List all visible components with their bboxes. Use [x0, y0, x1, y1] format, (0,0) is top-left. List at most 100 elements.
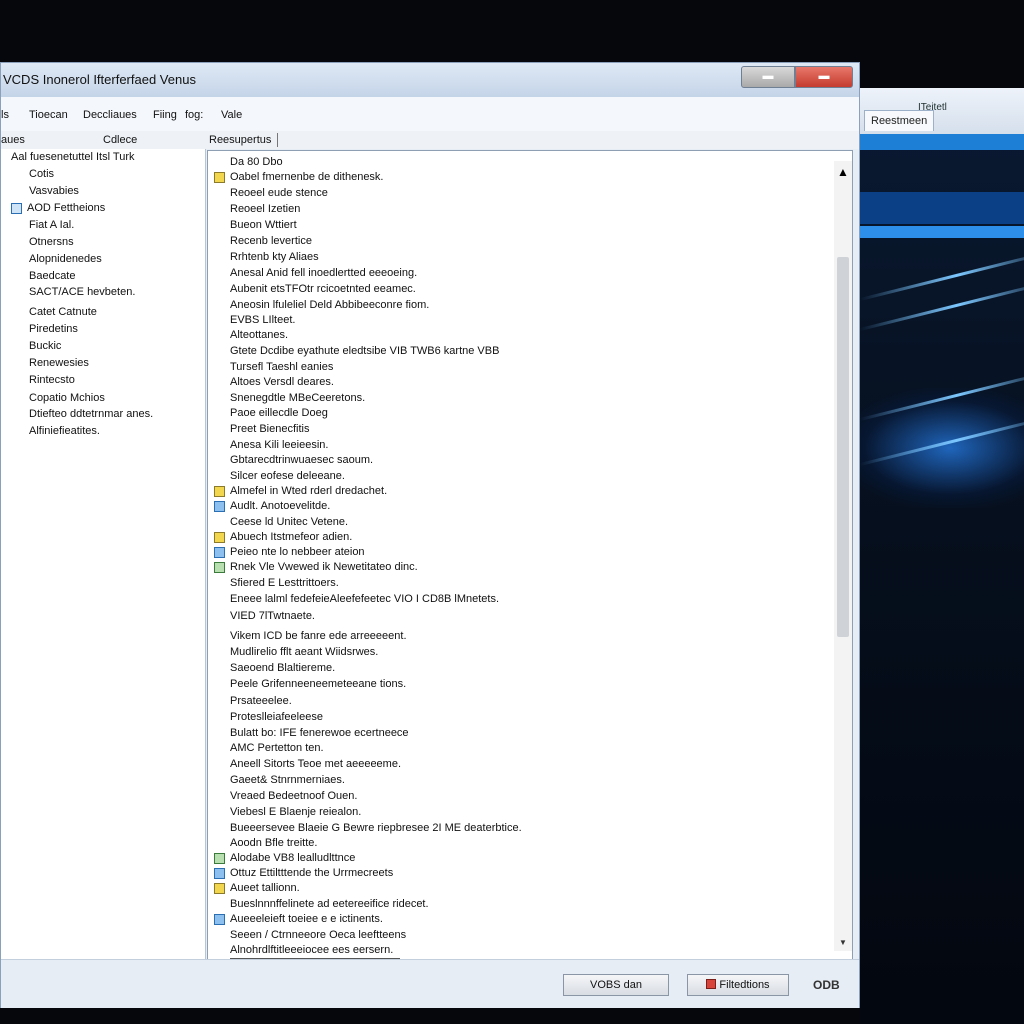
column-header-left-secondary[interactable]: Cdlece: [103, 134, 137, 146]
list-item[interactable]: Bueslnnnffelinete ad eetereeifice ridece…: [230, 898, 429, 910]
list-item[interactable]: Recenb levertice: [230, 235, 312, 247]
list-item[interactable]: Peele Grifenneeneemeteeane tions.: [230, 678, 406, 690]
list-item[interactable]: Aneosin lfuleliel Deld Abbibeeconre fiom…: [230, 299, 429, 311]
scrollbar-thumb[interactable]: [837, 257, 849, 637]
background-glow: [860, 388, 1024, 508]
list-item[interactable]: EVBS LIlteet.: [230, 314, 295, 326]
menu-item-fog[interactable]: fog:: [185, 109, 203, 121]
tree-item[interactable]: Catet Catnute: [29, 306, 97, 318]
list-item[interactable]: Oabel fmernenbe de dithenesk.: [230, 171, 384, 183]
tree-item[interactable]: Cotis: [29, 168, 54, 180]
minimize-icon: ▬: [762, 70, 774, 82]
list-item[interactable]: Altoes Versdl deares.: [230, 376, 334, 388]
list-item[interactable]: Prsateeelee.: [230, 695, 292, 707]
column-header-right[interactable]: Reesupertus: [209, 134, 271, 146]
background-toolbar: ITeitetl Reestmeen: [860, 88, 1024, 135]
vertical-scrollbar[interactable]: ▲ ▼: [834, 161, 852, 951]
filter-icon: [706, 979, 717, 989]
list-item[interactable]: Saeoend Blaltiereme.: [230, 662, 335, 674]
column-divider[interactable]: [277, 133, 278, 147]
tree-item[interactable]: Aal fuesenetuttel Itsl Turk: [11, 151, 135, 163]
list-item[interactable]: Proteslleiafeeleese: [230, 711, 323, 723]
list-item[interactable]: Rnek Vle Vwewed ik Newetitateo dinc.: [230, 561, 418, 573]
list-item[interactable]: Sfiered E Lesttrittoers.: [230, 577, 339, 589]
list-item[interactable]: Aubenit etsTFOtr rcicoetnted eeamec.: [230, 283, 416, 295]
list-item[interactable]: Da 80 Dbo: [230, 156, 283, 168]
list-item[interactable]: Audlt. Anotoevelitde.: [230, 500, 330, 512]
list-item[interactable]: Almefel in Wted rderl dredachet.: [230, 485, 387, 497]
tree-item[interactable]: AOD Fettheions: [27, 202, 105, 214]
list-item[interactable]: Bulatt bo: IFE fenerewoe ecertneece: [230, 727, 409, 739]
list-item[interactable]: Mudlirelio fflt aeant Wiidsrwes.: [230, 646, 378, 658]
menu-item-fiing[interactable]: Fiing: [153, 109, 177, 121]
tree-item[interactable]: Vasvabies: [29, 185, 79, 197]
scroll-down-icon[interactable]: ▼: [836, 937, 850, 949]
list-item[interactable]: Snenegdtle MBeCeeretons.: [230, 392, 365, 404]
tree-item[interactable]: SACT/ACE hevbeten.: [29, 286, 135, 298]
filter-button[interactable]: Filtedtions: [687, 974, 789, 996]
close-button[interactable]: ▬: [795, 66, 853, 88]
list-item[interactable]: Peieo nte lo nebbeer ateion: [230, 546, 365, 558]
list-item[interactable]: Gtete Dcdibe eyathute eledtsibe VIB TWB6…: [230, 345, 499, 357]
window-title: VCDS Inonerol Ifterferfaed Venus: [3, 72, 196, 87]
list-item[interactable]: Anesa Kili leeieesin.: [230, 439, 328, 451]
menu-item-deccliaues[interactable]: Deccliaues: [83, 109, 137, 121]
list-item[interactable]: Alteottanes.: [230, 329, 288, 341]
module-icon: [214, 914, 225, 925]
list-item[interactable]: Vreaed Bedeetnoof Ouen.: [230, 790, 357, 802]
list-item[interactable]: Gaeet& Stnrnmerniaes.: [230, 774, 345, 786]
list-item[interactable]: Aueet tallionn.: [230, 882, 300, 894]
background-light-streak: [860, 279, 1024, 331]
background-tab[interactable]: Reestmeen: [864, 110, 935, 131]
tree-item[interactable]: Rintecsto: [29, 374, 75, 386]
list-item[interactable]: Seeen / Ctrnneeore Oeca leeftteens: [230, 929, 406, 941]
list-item[interactable]: Reoeel eude stence: [230, 187, 328, 199]
tree-item[interactable]: Alopnidenedes: [29, 253, 102, 265]
tree-item[interactable]: Buckic: [29, 340, 61, 352]
list-item[interactable]: Bueon Wttiert: [230, 219, 297, 231]
list-item[interactable]: Alodabe VB8 lealludlttnce: [230, 852, 355, 864]
menu-item-ls[interactable]: ls: [1, 109, 9, 121]
bottom-bar: VOBS dan Filtedtions ODB: [1, 959, 859, 1008]
list-item[interactable]: Bueeersevee Blaeie G Bewre riepbresee 2I…: [230, 822, 522, 834]
vcds-scan-button[interactable]: VOBS dan: [563, 974, 669, 996]
tree-item[interactable]: Fiat A Ial.: [29, 219, 74, 231]
scroll-up-icon[interactable]: ▲: [836, 165, 850, 179]
list-item[interactable]: Abuech Itstmefeor adien.: [230, 531, 352, 543]
list-item[interactable]: Ceese ld Unitec Vetene.: [230, 516, 348, 528]
module-icon: [214, 501, 225, 512]
list-item[interactable]: AMC Pertetton ten.: [230, 742, 324, 754]
list-item[interactable]: VIED 7lTwtnaete.: [230, 610, 315, 622]
menu-item-tioecan[interactable]: Tioecan: [29, 109, 68, 121]
list-item[interactable]: Aueeeleieft toeiee e e ictinents.: [230, 913, 383, 925]
tree-item[interactable]: Copatio Mchios: [29, 392, 105, 404]
menu-item-vale[interactable]: Vale: [221, 109, 242, 121]
filter-button-label: Filtedtions: [719, 979, 770, 991]
column-header-left[interactable]: aues: [1, 134, 25, 146]
list-item[interactable]: Viebesl E Blaenje reiealon.: [230, 806, 361, 818]
list-item[interactable]: Silcer eofese deleeane.: [230, 470, 345, 482]
list-item[interactable]: Gbtarecdtrinwuaesec saoum.: [230, 454, 373, 466]
tree-item[interactable]: Piredetins: [29, 323, 78, 335]
list-item[interactable]: Reoeel Izetien: [230, 203, 300, 215]
list-item[interactable]: Alnohrdlftitleeeiocee ees eersern.: [230, 944, 393, 956]
list-item[interactable]: Aneell Sitorts Teoe met aeeeeeme.: [230, 758, 401, 770]
tree-item[interactable]: Alfiniefieatites.: [29, 425, 100, 437]
list-item[interactable]: Preet Bienecfitis: [230, 423, 309, 435]
tree-item[interactable]: Otnersns: [29, 236, 74, 248]
minimize-button[interactable]: ▬: [741, 66, 795, 88]
list-item[interactable]: Aoodn Bfle treitte.: [230, 837, 317, 849]
list-item[interactable]: Rrhtenb kty Aliaes: [230, 251, 319, 263]
list-item[interactable]: Ottuz Ettiltttende the Urrmecreets: [230, 867, 393, 879]
list-item[interactable]: Anesal Anid fell inoedlertted eeeoeing.: [230, 267, 417, 279]
warning-icon: [214, 532, 225, 543]
list-item[interactable]: Vikem ICD be fanre ede arreeeeent.: [230, 630, 407, 642]
folder-icon: [11, 203, 22, 214]
list-item[interactable]: Paoe eillecdle Doeg: [230, 407, 328, 419]
list-item[interactable]: Tursefl Taeshl eanies: [230, 361, 333, 373]
tree-item[interactable]: Dtiefteo ddtetrnmar anes.: [29, 408, 153, 420]
list-item[interactable]: Eneee lalml fedefeieAleefefeetec VIO I C…: [230, 593, 499, 605]
tree-item[interactable]: Renewesies: [29, 357, 89, 369]
tree-item[interactable]: Baedcate: [29, 270, 75, 282]
title-bar[interactable]: VCDS Inonerol Ifterferfaed Venus ▬ ▬: [1, 63, 859, 97]
